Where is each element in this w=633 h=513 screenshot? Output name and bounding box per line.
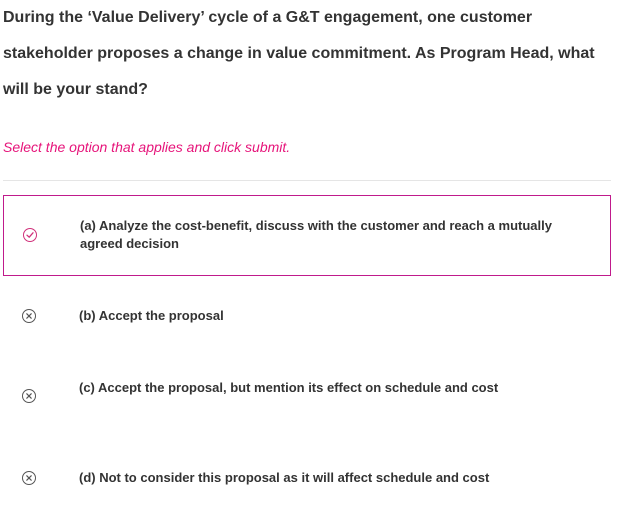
option-c[interactable]: (c) Accept the proposal, but mention its… [3, 372, 611, 412]
option-d[interactable]: (d) Not to consider this proposal as it … [3, 462, 611, 496]
x-circle-icon [22, 309, 36, 323]
option-a-label: (a) Analyze the cost-benefit, discuss wi… [80, 218, 552, 251]
option-b[interactable]: (b) Accept the proposal [3, 300, 611, 334]
question-text: During the ‘Value Delivery’ cycle of a G… [3, 9, 595, 98]
option-a[interactable]: (a) Analyze the cost-benefit, discuss wi… [3, 195, 611, 276]
check-circle-icon [23, 228, 37, 242]
x-circle-icon [22, 389, 36, 403]
option-b-label: (b) Accept the proposal [79, 308, 224, 323]
option-c-label: (c) Accept the proposal, but mention its… [79, 380, 499, 395]
x-circle-icon [22, 471, 36, 485]
divider [3, 180, 611, 181]
option-d-label: (d) Not to consider this proposal as it … [79, 470, 490, 485]
instruction-text: Select the option that applies and click… [3, 139, 291, 155]
